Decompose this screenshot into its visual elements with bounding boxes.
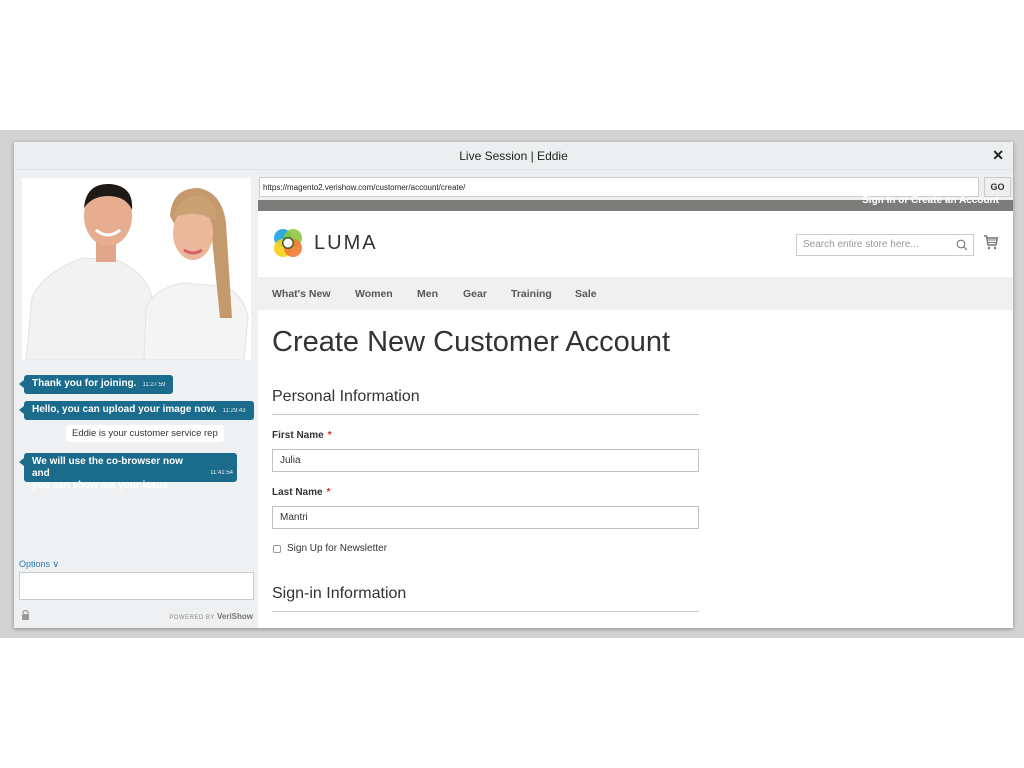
chat-panel: Thank you for joining. 11:27:59 Hello, yo… <box>14 170 258 628</box>
lock-icon <box>22 610 29 620</box>
powered-prefix: POWERED BY <box>169 615 215 621</box>
title-bar: Live Session | Eddie ✕ <box>14 142 1013 170</box>
first-name-label-text: First Name <box>272 430 324 441</box>
section-signin-information: Sign-in Information <box>272 585 407 602</box>
section-divider <box>272 414 699 415</box>
window-title: Live Session | Eddie <box>459 149 568 163</box>
message-text-line2: you can show me your issue <box>32 480 169 491</box>
section-divider <box>272 611 699 612</box>
nav-item-men[interactable]: Men <box>417 288 438 300</box>
newsletter-checkbox[interactable] <box>273 545 281 553</box>
search-icon[interactable] <box>956 239 968 251</box>
message-timestamp: 11:29:43 <box>222 408 246 414</box>
system-message: Eddie is your customer service rep <box>66 425 224 442</box>
powered-brand: VeriShow <box>216 612 253 621</box>
last-name-label-text: Last Name <box>272 487 323 498</box>
store-search-input[interactable]: Search entire store here... <box>796 234 974 256</box>
message-timestamp: 11:27:59 <box>142 382 166 388</box>
chat-input[interactable] <box>19 572 254 600</box>
luma-logo-icon[interactable] <box>272 227 304 259</box>
first-name-label: First Name * <box>272 430 332 441</box>
required-mark: * <box>326 487 331 498</box>
luma-logo-text[interactable]: LUMA <box>314 232 378 255</box>
chat-message: Thank you for joining. 11:27:59 <box>18 375 174 394</box>
live-session-window: Live Session | Eddie ✕ Thank you for joi… <box>14 142 1013 628</box>
required-mark: * <box>327 430 332 441</box>
section-personal-information: Personal Information <box>272 388 420 405</box>
chat-message: We will use the co-browser now and you c… <box>19 453 237 491</box>
message-text: Hello, you can upload your image now. <box>32 404 217 415</box>
last-name-field[interactable]: Mantri <box>272 506 699 529</box>
newsletter-label[interactable]: Sign Up for Newsletter <box>287 543 387 554</box>
close-icon[interactable]: ✕ <box>992 147 1004 164</box>
page-title: Create New Customer Account <box>272 326 671 358</box>
nav-item-whats-new[interactable]: What's New <box>272 288 331 300</box>
go-button[interactable]: GO <box>984 177 1011 197</box>
last-name-label: Last Name * <box>272 487 330 498</box>
message-text-line1: We will use the co-browser now and <box>32 456 183 479</box>
store-top-strip: Sign In or Create an Account <box>258 195 1013 211</box>
message-timestamp: 11:41:54 <box>210 470 233 476</box>
nav-item-gear[interactable]: Gear <box>463 288 487 300</box>
store-nav: What's New Women Men Gear Training Sale <box>258 277 1013 310</box>
shared-image <box>22 178 251 360</box>
powered-by: POWERED BY VeriShow <box>169 612 253 621</box>
co-browser-pane: https://magento2.verishow.com/customer/a… <box>258 170 1013 628</box>
store-header: LUMA Search entire store here... <box>258 211 1013 277</box>
nav-item-sale[interactable]: Sale <box>575 288 597 300</box>
chat-message: Hello, you can upload your image now. 11:… <box>19 401 254 420</box>
message-text: Thank you for joining. <box>32 378 137 389</box>
options-dropdown[interactable]: Options ∨ <box>19 559 59 570</box>
nav-item-women[interactable]: Women <box>355 288 393 300</box>
search-placeholder: Search entire store here... <box>803 239 919 250</box>
account-links[interactable]: Sign In or Create an Account <box>862 195 999 206</box>
cart-icon[interactable] <box>983 234 999 250</box>
nav-item-training[interactable]: Training <box>511 288 552 300</box>
first-name-field[interactable]: Julia <box>272 449 699 472</box>
url-input[interactable]: https://magento2.verishow.com/customer/a… <box>259 177 979 197</box>
